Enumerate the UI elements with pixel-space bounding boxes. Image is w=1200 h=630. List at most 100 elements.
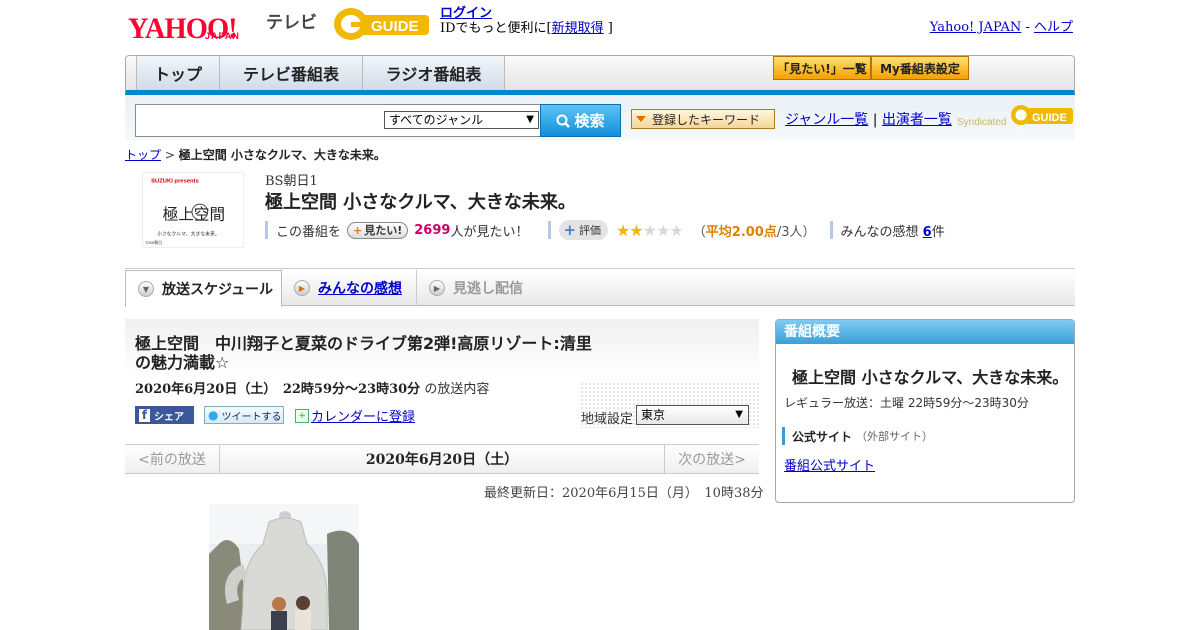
current-date: 2020年6月20日（土） [365,452,519,468]
episode-datetime-value: 2020年6月20日（土） 22時59分～23時30分 [135,382,421,397]
region-selected: 東京 [641,408,666,422]
impressions-label: みんなの感想 [840,224,919,240]
mitai-list-button[interactable]: 「見たい!」一覧 [773,56,871,80]
yahoo-logo-sub: JAPAN [205,31,240,41]
gguide-logo[interactable]: GUIDE [333,6,433,42]
rating-button-label: 評価 [579,224,602,237]
svg-text:GUIDE: GUIDE [1032,112,1067,124]
tab-impressions[interactable]: ▶ みんなの感想 [282,270,417,306]
link-separator: | [872,112,878,128]
tweet-button[interactable]: ● ツイートする [204,406,284,424]
rating-stars: ★★★★★ [616,220,684,240]
facebook-icon: f [139,408,150,422]
top-right-links: Yahoo! JAPAN - ヘルプ [930,16,1073,35]
official-site-section: 公式サイト （外部サイト） [782,427,933,445]
next-broadcast: 次の放送> [664,445,759,473]
chevron-down-icon: ▼ [138,281,154,297]
impressions-summary: みんなの感想 6件 [841,221,945,240]
tab-missed: ▶ 見逃し配信 [417,270,557,306]
mitai-button[interactable]: + 見たい! [347,221,409,239]
tweet-button-label: ツイートする [221,411,282,423]
cast-list-link[interactable]: 出演者一覧 [882,112,952,128]
overview-title: 極上空間 小さなクルマ、大きな未来。 [792,368,1069,387]
search-links: ジャンル一覧 | 出演者一覧 [785,109,952,129]
calendar-register[interactable]: + カレンダーに登録 [295,406,415,425]
keyword-button[interactable]: 登録したキーワード [631,109,775,129]
channel-name: BS朝日1 [265,174,318,189]
tv-label: テレビ [266,13,317,33]
twitter-icon: ● [208,408,219,422]
region-label: 地域設定 [581,412,634,427]
syndicated-text: Syndicated [957,117,1006,128]
thumb-title: 極上空間 [163,206,225,224]
dropdown-arrow-icon: ▼ [735,409,743,420]
search-bar: すべてのジャンル ▼ 検索 登録したキーワード ジャンル一覧 | 出演者一覧 S… [125,95,1075,140]
avg-score: 平均2.00点 [705,224,777,240]
calendar-register-link[interactable]: カレンダーに登録 [311,406,415,425]
register-link[interactable]: 新規取得 [552,21,604,36]
nav-tab-top[interactable]: トップ [136,56,220,90]
svg-text:GUIDE: GUIDE [371,18,419,35]
yahoo-japan-logo[interactable]: YAHOO! JAPAN [125,6,240,44]
calendar-icon: + [295,408,309,423]
triangle-down-icon [636,116,646,122]
genre-list-link[interactable]: ジャンル一覧 [785,112,868,128]
official-site-link[interactable]: 番組公式サイト [784,455,875,474]
mitai-button-label: 見たい! [364,224,403,237]
genre-select[interactable]: すべてのジャンル ▼ [384,111,539,129]
thumb-subtitle: 小さなクルマ、大きな未来。 [157,230,220,237]
plus-icon: + [563,221,577,239]
impressions-count-link[interactable]: 6 [923,225,932,240]
nav-tab-radio-schedule[interactable]: ラジオ番組表 [363,56,505,90]
avg-open: （ [692,224,706,240]
breadcrumb-sep: > [161,148,179,162]
login-area: ログイン IDでもっと便利に[新規取得 ] [440,6,613,36]
syndicated-gguide-logo: Syndicated GUIDE [957,105,1073,128]
program-title: 極上空間 小さなクルマ、大きな未来。 [265,192,576,213]
my-schedule-button[interactable]: My番組表設定 [871,56,969,80]
breadcrumb-home[interactable]: トップ [125,148,161,162]
impressions-unit: 件 [931,224,945,240]
program-overview-panel: 番組概要 極上空間 小さなクルマ、大きな未来。 レギュラー放送：土曜 22時59… [775,319,1075,503]
date-navigation: <前の放送 2020年6月20日（土） 次の放送> [125,444,759,474]
episode-datetime-suffix: の放送内容 [424,382,490,397]
stat-divider [265,221,268,239]
mitai-suffix: 人が見たい！ [450,224,529,240]
star-filled-icon: ★ [629,220,643,240]
facebook-share-label: シェア [154,411,184,423]
tab-missed-label: 見逃し配信 [453,281,523,297]
thumb-credit: ©BS朝日 [145,240,162,245]
tab-schedule[interactable]: ▼ 放送スケジュール [125,270,282,307]
region-select[interactable]: 東京 ▼ [636,405,749,425]
star-empty-icon: ★ [669,220,683,240]
search-button-label: 検索 [574,112,605,130]
nav-tab-tv-schedule[interactable]: テレビ番組表 [220,56,363,90]
rating-button[interactable]: + 評価 [559,220,609,240]
last-updated: 最終更新日：2020年6月15日（月） 10時38分 [484,486,764,501]
search-icon [556,114,571,128]
breadcrumb: トップ > 極上空間 小さなクルマ、大きな未来。 [125,146,386,163]
official-site-sub: （外部サイト） [856,430,934,443]
genre-selected: すべてのジャンル [389,113,484,127]
thumb-brand: SUZUKI presents [151,179,199,185]
tab-impressions-label[interactable]: みんなの感想 [318,278,402,298]
program-thumbnail: SUZUKI presents 極上空間 小さなクルマ、大きな未来。 ©BS朝日 [142,172,244,248]
episode-photo [209,504,359,630]
program-overview-header: 番組概要 [776,320,1074,344]
yahoo-japan-link[interactable]: Yahoo! JAPAN [930,20,1022,35]
login-note-suffix: ] [607,21,613,36]
plus-icon: + [353,223,363,237]
stat-divider [548,221,552,239]
stat-divider [829,221,833,239]
official-site-label: 公式サイト [792,429,853,444]
login-link[interactable]: ログイン [440,6,492,21]
program-stats: この番組を + 見たい! 2699 人が見たい！ + 評価 ★★★★★ （平均2.0… [265,220,945,240]
help-link[interactable]: ヘルプ [1034,20,1073,35]
facebook-share-button[interactable]: f シェア [135,406,194,424]
main-nav: トップ テレビ番組表 ラジオ番組表 「見たい!」一覧 My番組表設定 [125,55,1075,95]
search-button[interactable]: 検索 [540,104,621,137]
mitai-count: 2699 [414,222,451,238]
rating-average: （平均2.00点/3人） [693,221,816,240]
login-note-prefix: IDでもっと便利に[ [440,21,552,36]
content-tabs: ▼ 放送スケジュール ▶ みんなの感想 ▶ 見逃し配信 [125,270,1075,307]
